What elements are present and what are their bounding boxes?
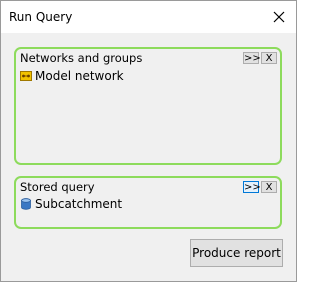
query-panel-header: Stored query >> X [19, 180, 277, 194]
networks-panel-header: Networks and groups >> X [19, 51, 277, 65]
dialog-title: Run Query [9, 10, 73, 24]
list-item-label: Subcatchment [35, 197, 123, 211]
query-expand-button[interactable]: >> [243, 181, 261, 193]
list-item-label: Model network [35, 69, 124, 83]
list-item-subcatchment[interactable]: Subcatchment [20, 196, 122, 212]
networks-expand-button[interactable]: >> [243, 52, 261, 64]
close-button[interactable] [262, 1, 296, 33]
stored-query-icon [21, 198, 31, 210]
networks-and-groups-panel: Networks and groups >> X Model network [14, 47, 282, 165]
list-item-model-network[interactable]: Model network [20, 68, 124, 84]
query-panel-title: Stored query [20, 180, 95, 194]
model-network-icon [20, 71, 32, 81]
networks-panel-title: Networks and groups [20, 51, 143, 65]
stored-query-panel: Stored query >> X Subcatchment [14, 176, 282, 229]
title-bar: Run Query [1, 1, 296, 33]
networks-remove-button[interactable]: X [261, 52, 277, 64]
close-icon [273, 11, 285, 23]
produce-report-button[interactable]: Produce report [190, 239, 283, 267]
query-remove-button[interactable]: X [261, 181, 277, 193]
run-query-dialog: Run Query Networks and groups >> X Model… [0, 0, 297, 282]
